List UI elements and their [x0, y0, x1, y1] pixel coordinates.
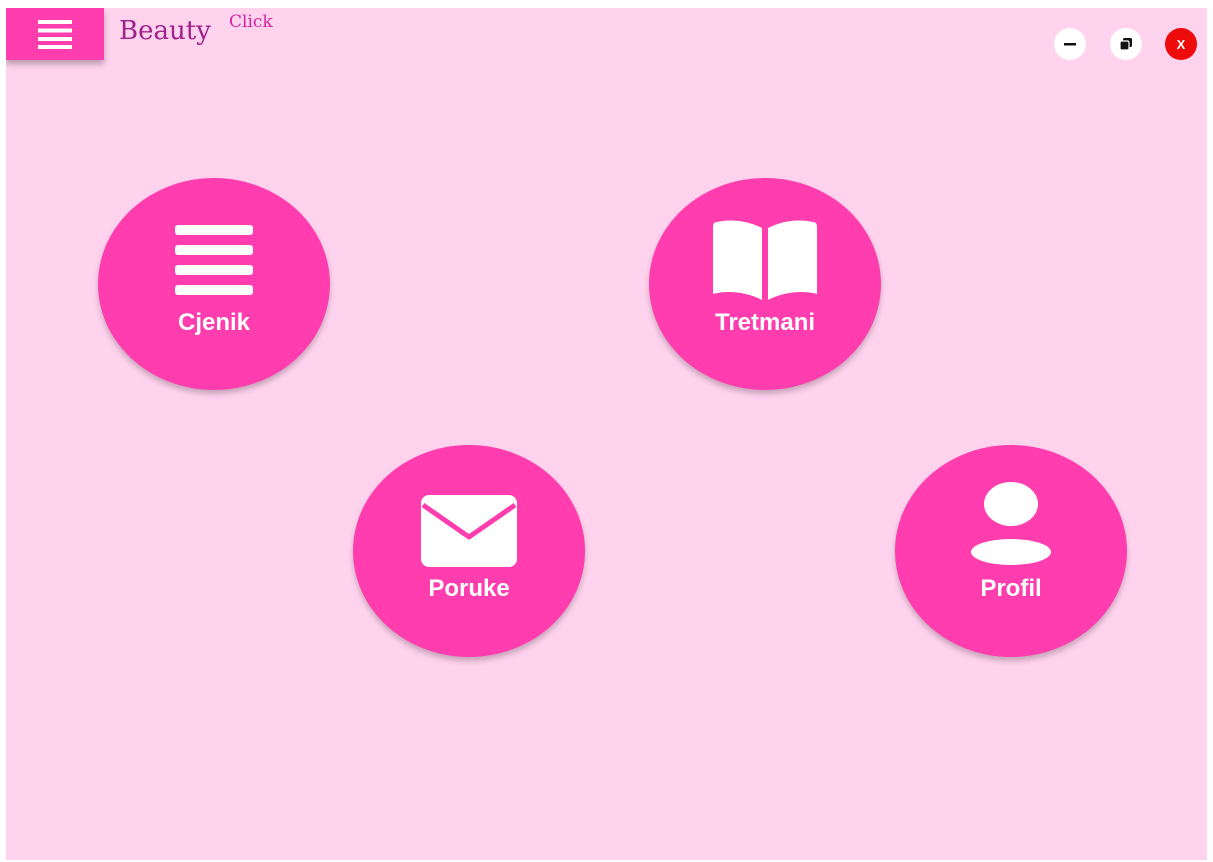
logo-name-sup: Click — [229, 12, 273, 32]
list-icon — [175, 225, 253, 295]
close-icon: X — [1176, 36, 1186, 52]
tile-label: Tretmani — [714, 309, 816, 336]
minimize-icon — [1064, 43, 1076, 46]
minimize-button[interactable] — [1054, 28, 1086, 60]
tile-profil[interactable]: Profil — [895, 445, 1127, 657]
tile-cjenik[interactable]: Cjenik — [98, 178, 330, 390]
envelope-icon — [421, 495, 517, 567]
user-icon — [971, 482, 1051, 565]
tile-label: Cjenik — [177, 309, 251, 336]
logo-name: Beauty — [119, 16, 211, 46]
close-button[interactable]: X — [1165, 28, 1197, 60]
tile-tretmani[interactable]: Tretmani — [649, 178, 881, 390]
restore-button[interactable] — [1110, 28, 1142, 60]
restore-icon — [1119, 38, 1132, 51]
menu-button[interactable] — [6, 8, 104, 60]
tile-poruke[interactable]: Poruke — [353, 445, 585, 657]
open-book-icon — [713, 220, 817, 300]
app-window: Beauty Click X Cjenik Tretmani Poruke Pr… — [6, 8, 1207, 860]
tile-label: Profil — [980, 575, 1042, 602]
tile-label: Poruke — [428, 575, 510, 602]
hamburger-menu-icon — [38, 20, 72, 49]
